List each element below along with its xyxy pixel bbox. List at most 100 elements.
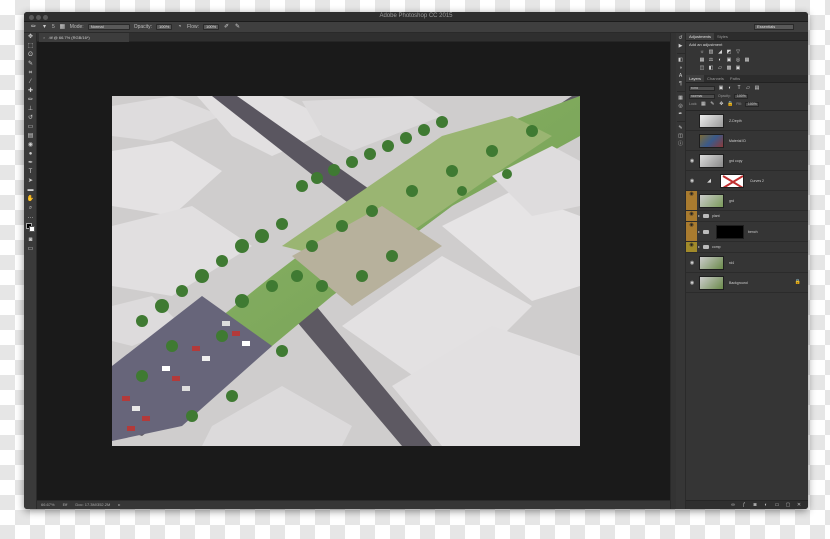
eye-icon[interactable]: ◉	[688, 158, 696, 164]
document-tab[interactable]: × .tif @ 66.7% (RGB/16*)	[39, 33, 129, 42]
selective-color-icon[interactable]: ▣	[735, 65, 741, 71]
pressure-opacity-icon[interactable]: ◔	[176, 24, 183, 31]
more-tools-icon[interactable]: …	[24, 213, 37, 222]
close-tab-icon[interactable]: ×	[43, 35, 45, 40]
info-icon[interactable]: ⓘ	[677, 141, 685, 148]
eye-icon[interactable]: ◉	[686, 222, 697, 241]
screen-mode-icon[interactable]: ▭	[24, 245, 37, 254]
black-white-icon[interactable]: ◐	[717, 57, 723, 63]
layer-row[interactable]: ◉ grd copy	[686, 151, 808, 171]
document-canvas-image[interactable]	[112, 96, 580, 446]
blend-mode-select[interactable]: Normal	[689, 93, 715, 99]
char-icon[interactable]: A	[677, 73, 685, 80]
photo-filter-icon[interactable]: ▣	[726, 57, 732, 63]
crop-tool-icon[interactable]: ⌗	[24, 69, 37, 78]
new-adjustment-icon[interactable]: ◐	[763, 502, 769, 508]
invert-icon[interactable]: ◫	[699, 65, 705, 71]
status-menu-arrow[interactable]: ▸	[118, 501, 120, 509]
layers-icon[interactable]: ◫	[677, 133, 685, 140]
type-tool-icon[interactable]: T	[24, 168, 37, 177]
lock-paint-icon[interactable]: ✎	[709, 101, 715, 107]
actions-icon[interactable]: ▶	[677, 43, 685, 50]
eye-icon[interactable]: ◉	[686, 211, 697, 221]
filter-shape-icon[interactable]: ▱	[745, 85, 751, 91]
healing-tool-icon[interactable]: ✚	[24, 87, 37, 96]
airbrush-icon[interactable]: ✐	[223, 24, 230, 31]
move-tool-icon[interactable]: ✥	[24, 33, 37, 42]
visibility-toggle[interactable]	[688, 118, 696, 124]
tab-layers[interactable]: Layers	[686, 75, 705, 82]
mode-select[interactable]: Normal	[87, 24, 130, 30]
shape-tool-icon[interactable]: ▬	[24, 186, 37, 195]
filter-smart-icon[interactable]: ▤	[754, 85, 760, 91]
brush-preset-picker[interactable]: ▾	[41, 24, 48, 31]
kind-filter-select[interactable]: Kind	[689, 85, 715, 91]
eye-icon[interactable]: ◉	[688, 260, 696, 266]
background-color-swatch[interactable]	[29, 226, 35, 232]
color-balance-icon[interactable]: ⚖	[708, 57, 714, 63]
zoom-level[interactable]: 66.67%	[41, 501, 55, 509]
tab-adjustments[interactable]: Adjustments	[686, 33, 715, 40]
properties-icon[interactable]: ◧	[677, 57, 685, 64]
layer-row[interactable]: ◉ rd4	[686, 253, 808, 273]
pen-tool-icon[interactable]: ✒	[24, 159, 37, 168]
para-icon[interactable]: ¶	[677, 81, 685, 88]
layer-group-row[interactable]: ◉ ▸ comp	[686, 242, 808, 253]
eye-icon[interactable]: ◉	[688, 280, 696, 286]
new-group-icon[interactable]: ▭	[774, 502, 780, 508]
curves-icon[interactable]: ◢	[717, 49, 723, 55]
layer-row[interactable]: ◉ ◢ Curves 2	[686, 171, 808, 191]
expand-arrow-icon[interactable]: ▸	[698, 213, 700, 218]
tab-paths[interactable]: Paths	[727, 75, 743, 82]
eye-icon[interactable]: ◉	[686, 191, 697, 210]
trash-icon[interactable]: ✕	[796, 502, 802, 508]
lock-position-icon[interactable]: ✥	[718, 101, 724, 107]
brush-panel-toggle-icon[interactable]: ▦	[59, 24, 66, 31]
channels-icon[interactable]: ◎	[677, 103, 685, 110]
tab-styles[interactable]: Styles	[714, 33, 731, 40]
layer-row[interactable]: Material ID	[686, 131, 808, 151]
expand-arrow-icon[interactable]: ▸	[698, 229, 700, 234]
fill-field[interactable]: 100%	[744, 101, 759, 107]
new-layer-icon[interactable]: ▢	[785, 502, 791, 508]
eye-icon[interactable]: ◉	[688, 178, 696, 184]
vibrance-icon[interactable]: ▽	[735, 49, 741, 55]
canvas-area[interactable]	[37, 42, 670, 500]
fx-icon[interactable]: ƒ	[741, 502, 747, 508]
blur-tool-icon[interactable]: ◉	[24, 141, 37, 150]
brush-icon[interactable]: ✏	[30, 24, 37, 31]
layer-row[interactable]: ◉ Background 🔒	[686, 273, 808, 293]
color-lookup-icon[interactable]: ▦	[744, 57, 750, 63]
layer-group-row[interactable]: ◉ ▸ plant	[686, 211, 808, 222]
swatch-icon[interactable]: ▦	[677, 95, 685, 102]
path-select-tool-icon[interactable]: ➤	[24, 177, 37, 186]
flow-field[interactable]: 100%	[202, 24, 219, 30]
gradient-map-icon[interactable]: ▩	[726, 65, 732, 71]
hand-tool-icon[interactable]: ✋	[24, 195, 37, 204]
zoom-tool-icon[interactable]: ⌕	[24, 204, 37, 213]
pressure-size-icon[interactable]: ✎	[234, 24, 241, 31]
gradient-tool-icon[interactable]: ▤	[24, 132, 37, 141]
tab-channels[interactable]: Channels	[704, 75, 727, 82]
history-brush-icon[interactable]: ↺	[24, 114, 37, 123]
workspace-select[interactable]: Essentials	[754, 24, 794, 30]
quick-mask-icon[interactable]: ◙	[24, 236, 37, 245]
lasso-tool-icon[interactable]: ʘ	[24, 51, 37, 60]
threshold-icon[interactable]: ▱	[717, 65, 723, 71]
adjust-icon[interactable]: ◑	[677, 65, 685, 72]
link-layers-icon[interactable]: ∞	[730, 502, 736, 508]
visibility-toggle[interactable]	[688, 138, 696, 144]
dodge-tool-icon[interactable]: ●	[24, 150, 37, 159]
filter-adjust-icon[interactable]: ◐	[727, 85, 733, 91]
eye-icon[interactable]: ◉	[686, 242, 697, 252]
layer-group-row[interactable]: ◉ ▸ bench	[686, 222, 808, 242]
eyedropper-tool-icon[interactable]: ⁄	[24, 78, 37, 87]
lock-all-icon[interactable]: 🔒	[727, 101, 733, 107]
brush-panel-icon[interactable]: ✎	[677, 125, 685, 132]
exposure-icon[interactable]: ◩	[726, 49, 732, 55]
paths-icon[interactable]: ✒	[677, 111, 685, 118]
expand-arrow-icon[interactable]: ▸	[698, 244, 700, 249]
opacity-field[interactable]: 100%	[156, 24, 173, 30]
layer-row[interactable]: Z-Depth	[686, 111, 808, 131]
channel-mixer-icon[interactable]: ◎	[735, 57, 741, 63]
